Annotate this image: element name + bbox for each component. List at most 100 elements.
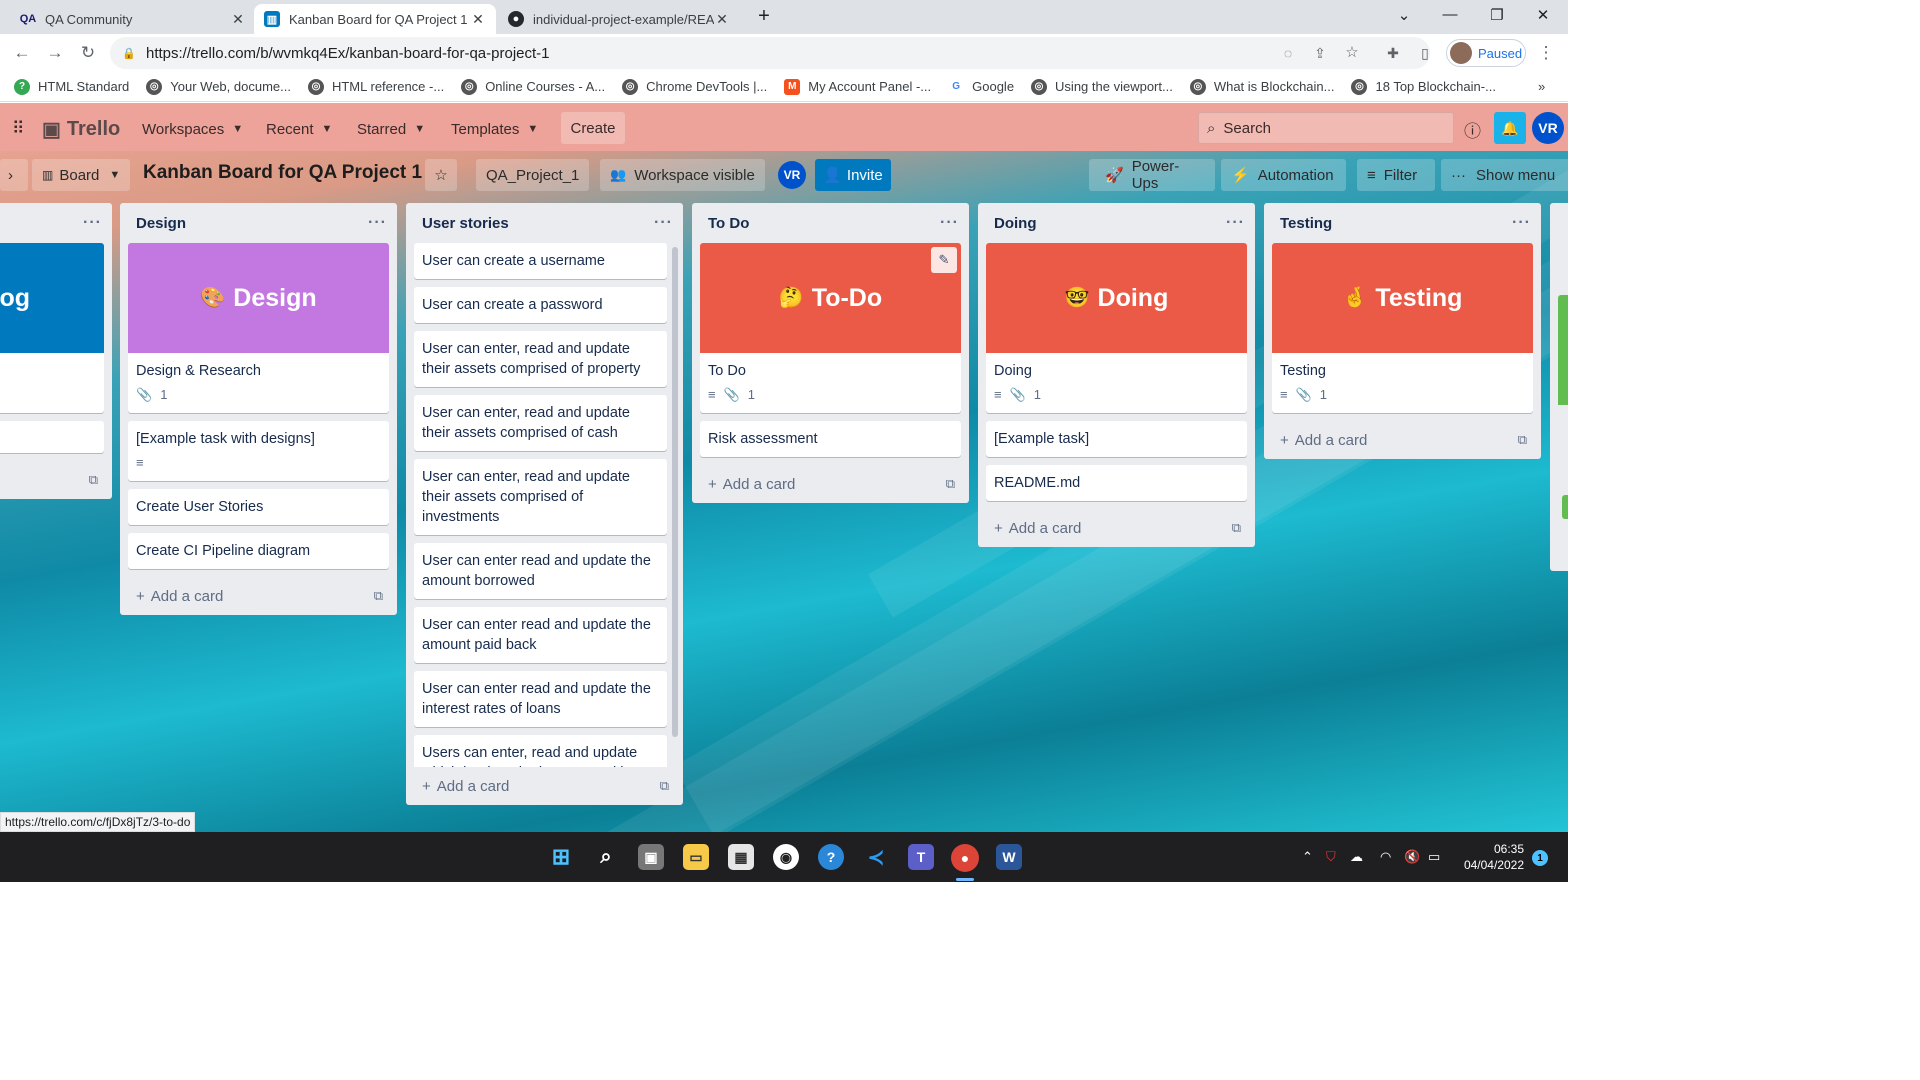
share-icon[interactable]: ⇪ xyxy=(1310,43,1330,63)
chrome-menu-icon[interactable]: ⋮ xyxy=(1536,43,1556,63)
card-template-icon[interactable]: ⧉ xyxy=(946,476,955,492)
card[interactable]: User can enter read and update the inter… xyxy=(414,671,667,727)
starred-menu[interactable]: Starred ▼ xyxy=(357,113,425,145)
search-icon[interactable]: ⌕ xyxy=(593,844,619,870)
board-title[interactable]: Kanban Board for QA Project 1 xyxy=(143,162,422,184)
member-avatar[interactable]: VR xyxy=(778,161,806,189)
bookmark-item[interactable]: G Google xyxy=(948,78,1014,95)
new-tab-button[interactable]: + xyxy=(754,5,774,28)
more-bookmarks-icon[interactable]: » xyxy=(1538,79,1545,94)
card[interactable]: 🤞 Testing Testing ≡ 📎 1 xyxy=(1272,243,1533,413)
store-icon[interactable]: ▦ xyxy=(728,844,754,870)
bookmark-item[interactable]: ◎ What is Blockchain... xyxy=(1189,78,1334,95)
card[interactable]: og xyxy=(0,243,104,413)
tab-github[interactable]: ● individual-project-example/READ ✕ xyxy=(498,4,740,34)
card[interactable]: Users can enter, read and update which l… xyxy=(414,735,667,767)
card[interactable]: 🎨 Design Design & Research 📎 1 xyxy=(128,243,389,413)
show-menu-button[interactable]: ··· Show menu xyxy=(1441,159,1568,191)
star-board-icon[interactable]: ☆ xyxy=(425,159,457,191)
address-bar[interactable]: 🔒 https://trello.com/b/wvmkq4Ex/kanban-b… xyxy=(110,37,1430,69)
clock[interactable]: 06:35 04/04/2022 xyxy=(1456,841,1524,873)
close-icon[interactable]: ✕ xyxy=(230,11,246,28)
card-template-icon[interactable]: ⧉ xyxy=(374,588,383,604)
bookmark-item[interactable]: ◎ Online Courses - A... xyxy=(461,78,605,95)
list-menu-icon[interactable]: ··· xyxy=(368,214,387,232)
search-input[interactable]: ⌕ Search xyxy=(1198,112,1454,144)
card[interactable] xyxy=(0,421,104,453)
add-card-button[interactable]: + Add a card ⧉ xyxy=(406,767,683,805)
card-template-icon[interactable]: ⧉ xyxy=(0,461,112,499)
list-menu-icon[interactable]: ··· xyxy=(83,214,102,232)
security-shield-icon[interactable]: ⛉ xyxy=(1326,849,1336,865)
eye-off-icon[interactable]: ◌ xyxy=(1278,43,1298,63)
list-scrollbar[interactable] xyxy=(672,247,678,737)
visibility-button[interactable]: 👥 Workspace visible xyxy=(600,159,765,191)
add-card-button[interactable]: + Add a card ⧉ xyxy=(978,509,1255,547)
invite-button[interactable]: 👤 Invite xyxy=(815,159,891,191)
bookmark-item[interactable]: ◎ Using the viewport... xyxy=(1031,78,1173,95)
card-template-icon[interactable]: ⧉ xyxy=(1518,432,1527,448)
card-template-icon[interactable]: ⧉ xyxy=(660,778,669,794)
task-view-icon[interactable]: ▣ xyxy=(638,844,664,870)
card[interactable]: [Example task] xyxy=(986,421,1247,457)
teams-icon[interactable]: T xyxy=(908,844,934,870)
list-cards-scroll[interactable]: User can create a username User can crea… xyxy=(406,243,683,767)
filter-button[interactable]: ≡ Filter xyxy=(1357,159,1435,191)
bookmark-item[interactable]: ◎ Your Web, docume... xyxy=(146,78,291,95)
card[interactable]: [Example task with designs] ≡ xyxy=(128,421,389,481)
recent-menu[interactable]: Recent ▼ xyxy=(266,113,332,145)
create-button[interactable]: Create xyxy=(561,112,625,144)
tab-search-icon[interactable]: ⌄ xyxy=(1394,6,1414,24)
sidebar-expand-icon[interactable]: › xyxy=(0,159,28,191)
info-icon[interactable]: ⓘ xyxy=(1464,113,1481,145)
trello-logo[interactable]: ▣ Trello xyxy=(42,113,120,145)
list-menu-icon[interactable]: ··· xyxy=(1226,214,1245,232)
board-view-switcher[interactable]: ▥ Board ▼ xyxy=(32,159,131,191)
card-template-icon[interactable]: ⧉ xyxy=(1232,520,1241,536)
list-menu-icon[interactable]: ··· xyxy=(940,214,959,232)
bookmark-item[interactable]: ? HTML Standard xyxy=(14,78,129,95)
card[interactable]: User can enter read and update the amoun… xyxy=(414,543,667,599)
add-card-button[interactable]: + Add a card ⧉ xyxy=(692,465,969,503)
bookmark-item[interactable]: ◎ Chrome DevTools |... xyxy=(622,78,767,95)
card[interactable]: User can enter read and update the amoun… xyxy=(414,607,667,663)
workspace-button[interactable]: QA_Project_1 xyxy=(476,159,590,191)
wifi-icon[interactable]: ◠ xyxy=(1380,849,1391,865)
bookmark-item[interactable]: M My Account Panel -... xyxy=(784,78,931,95)
close-icon[interactable]: ✕ xyxy=(470,11,486,28)
app-switcher-icon[interactable]: ⠿ xyxy=(12,113,24,145)
reload-icon[interactable]: ↻ xyxy=(78,43,98,63)
profile-button[interactable]: Paused xyxy=(1446,39,1526,67)
tab-qa-community[interactable]: QA QA Community ✕ xyxy=(10,4,256,34)
card[interactable]: User can enter, read and update their as… xyxy=(414,459,667,535)
file-explorer-icon[interactable]: ▭ xyxy=(683,844,709,870)
power-ups-button[interactable]: 🚀 Power-Ups xyxy=(1089,158,1215,192)
app-icon[interactable]: ◉ xyxy=(773,844,799,870)
list-menu-icon[interactable]: ··· xyxy=(1512,214,1531,232)
bookmark-item[interactable]: ◎ HTML reference -... xyxy=(307,78,444,95)
tray-overflow-icon[interactable]: ⌃ xyxy=(1302,849,1313,865)
battery-icon[interactable]: ▭ xyxy=(1428,849,1440,865)
user-avatar[interactable]: VR xyxy=(1532,112,1564,144)
close-icon[interactable]: ✕ xyxy=(714,11,730,28)
forward-icon[interactable]: → xyxy=(45,43,65,63)
add-card-button[interactable]: + Add a card ⧉ xyxy=(1264,421,1541,459)
chrome-icon[interactable]: ● xyxy=(951,844,979,872)
automation-button[interactable]: ⚡ Automation xyxy=(1221,159,1346,191)
card[interactable]: 🤔 To-Do ✎ To Do ≡ 📎 1 xyxy=(700,243,961,413)
workspaces-menu[interactable]: Workspaces ▼ xyxy=(142,113,243,145)
edit-pencil-icon[interactable]: ✎ xyxy=(931,247,957,273)
maximize-button[interactable]: ❐ xyxy=(1487,6,1507,24)
onedrive-icon[interactable]: ☁ xyxy=(1350,849,1363,865)
card[interactable]: Create CI Pipeline diagram xyxy=(128,533,389,569)
add-card-button[interactable]: + Add a card ⧉ xyxy=(120,577,397,615)
start-windows-icon[interactable]: ⊞ xyxy=(548,844,574,870)
minimize-button[interactable]: — xyxy=(1440,6,1460,23)
volume-muted-icon[interactable]: 🔇 xyxy=(1404,849,1420,865)
card[interactable]: User can create a password xyxy=(414,287,667,323)
tab-trello-board[interactable]: ▥ Kanban Board for QA Project 1 | T ✕ xyxy=(254,4,496,34)
list-menu-icon[interactable]: ··· xyxy=(654,214,673,232)
card[interactable]: User can enter, read and update their as… xyxy=(414,331,667,387)
card[interactable]: Risk assessment xyxy=(700,421,961,457)
back-icon[interactable]: ← xyxy=(12,43,32,63)
